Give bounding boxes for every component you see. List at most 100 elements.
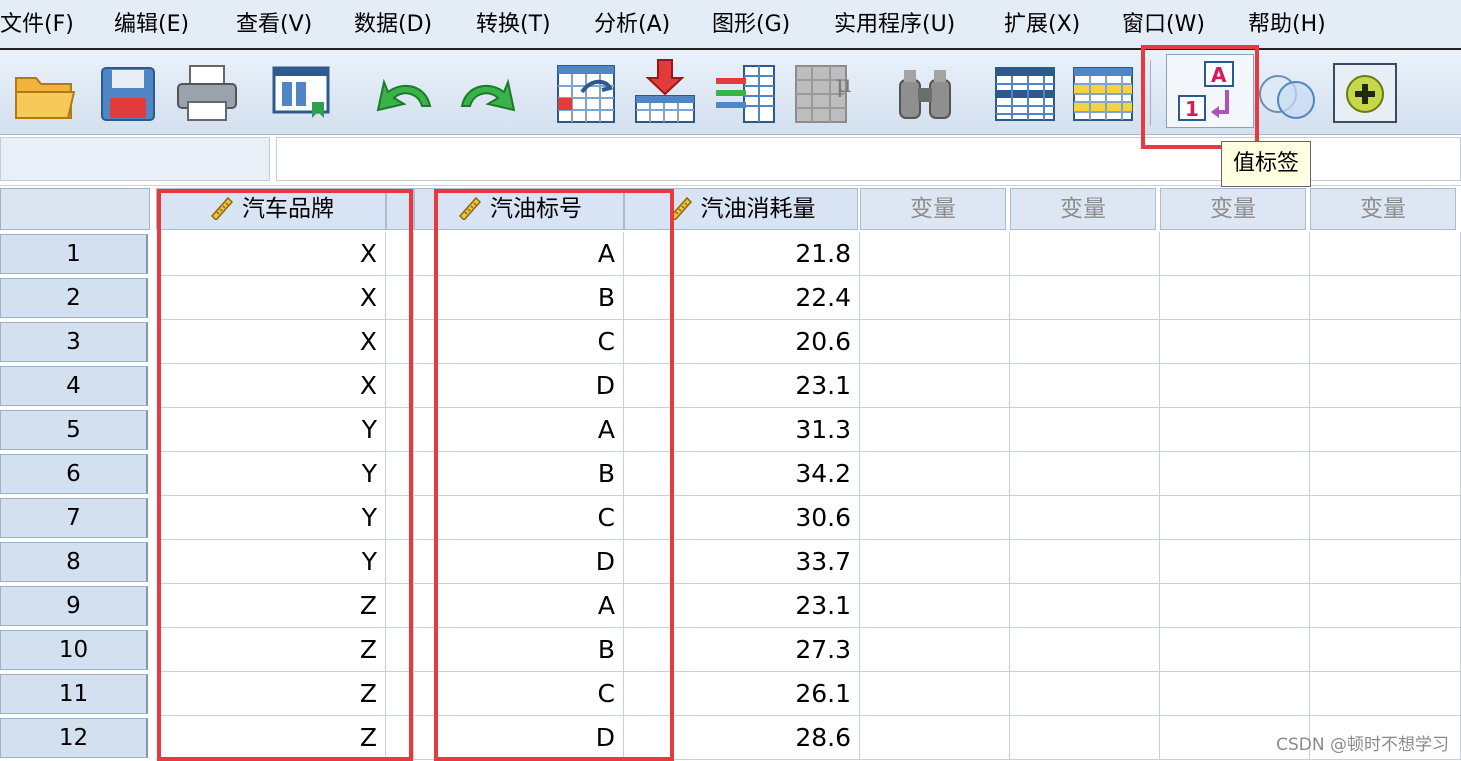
cell-empty[interactable] xyxy=(860,320,1010,364)
cell-empty[interactable] xyxy=(1160,276,1310,320)
menu-edit[interactable]: 编辑(E) xyxy=(114,8,189,42)
column-header-grade[interactable]: 汽油标号 xyxy=(414,188,624,230)
cell-grade[interactable]: D xyxy=(414,364,624,408)
cell-empty[interactable] xyxy=(860,408,1010,452)
row-header[interactable]: 8 xyxy=(0,542,148,582)
cell-empty[interactable] xyxy=(1310,276,1461,320)
cell-empty[interactable] xyxy=(860,628,1010,672)
cell-empty[interactable] xyxy=(1160,364,1310,408)
cell-empty[interactable] xyxy=(1310,232,1461,276)
cell-empty[interactable] xyxy=(1160,452,1310,496)
cell-brand[interactable]: Z xyxy=(156,584,386,628)
column-header-brand[interactable]: 汽车品牌 xyxy=(156,188,386,230)
menu-extensions[interactable]: 扩展(X) xyxy=(1004,8,1080,42)
cell-empty[interactable] xyxy=(1160,540,1310,584)
cell-empty[interactable] xyxy=(1160,496,1310,540)
cell-empty[interactable] xyxy=(1310,628,1461,672)
cell-grade[interactable]: C xyxy=(414,672,624,716)
cell-brand[interactable]: Y xyxy=(156,452,386,496)
cell-empty[interactable] xyxy=(1310,364,1461,408)
cell-consumption[interactable]: 23.1 xyxy=(624,364,860,408)
menu-utilities[interactable]: 实用程序(U) xyxy=(834,8,955,42)
undo-icon[interactable] xyxy=(370,58,440,128)
menu-data[interactable]: 数据(D) xyxy=(354,8,432,42)
cell-brand[interactable]: Y xyxy=(156,408,386,452)
value-labels-icon[interactable]: A1 xyxy=(1175,58,1245,128)
split-file-icon[interactable] xyxy=(990,58,1060,128)
cell-grade[interactable]: C xyxy=(414,496,624,540)
cell-empty[interactable] xyxy=(1160,584,1310,628)
cell-grade[interactable]: C xyxy=(414,320,624,364)
cell-empty[interactable] xyxy=(386,540,414,584)
row-header[interactable]: 4 xyxy=(0,366,148,406)
open-folder-icon[interactable] xyxy=(10,58,80,128)
cell-empty[interactable] xyxy=(1010,584,1160,628)
cell-empty[interactable] xyxy=(860,452,1010,496)
cell-brand[interactable]: Z xyxy=(156,628,386,672)
cell-empty[interactable] xyxy=(860,364,1010,408)
cell-grade[interactable]: A xyxy=(414,408,624,452)
variables-icon[interactable] xyxy=(710,58,780,128)
cell-empty[interactable] xyxy=(1310,408,1461,452)
cell-empty[interactable] xyxy=(1010,496,1160,540)
cell-consumption[interactable]: 21.8 xyxy=(624,232,860,276)
cell-empty[interactable] xyxy=(386,232,414,276)
menu-graphs[interactable]: 图形(G) xyxy=(712,8,790,42)
cell-empty[interactable] xyxy=(1160,672,1310,716)
cell-empty[interactable] xyxy=(1310,584,1461,628)
cell-reference-box[interactable] xyxy=(0,137,270,181)
cell-empty[interactable] xyxy=(1010,628,1160,672)
cell-empty[interactable] xyxy=(386,584,414,628)
row-header[interactable]: 6 xyxy=(0,454,148,494)
menu-analyze[interactable]: 分析(A) xyxy=(594,8,670,42)
cell-empty[interactable] xyxy=(1160,628,1310,672)
cell-empty[interactable] xyxy=(860,540,1010,584)
cell-brand[interactable]: X xyxy=(156,276,386,320)
cell-empty[interactable] xyxy=(1010,408,1160,452)
row-header[interactable]: 3 xyxy=(0,322,148,362)
cell-grade[interactable]: B xyxy=(414,628,624,672)
go-to-case-icon[interactable] xyxy=(552,58,622,128)
print-icon[interactable] xyxy=(172,58,242,128)
menu-file[interactable]: 文件(F) xyxy=(0,8,74,42)
cell-consumption[interactable]: 27.3 xyxy=(624,628,860,672)
cell-brand[interactable]: Z xyxy=(156,672,386,716)
cell-empty[interactable] xyxy=(386,364,414,408)
cell-empty[interactable] xyxy=(1310,320,1461,364)
cell-empty[interactable] xyxy=(1010,540,1160,584)
cell-consumption[interactable]: 22.4 xyxy=(624,276,860,320)
cell-empty[interactable] xyxy=(1010,232,1160,276)
cell-empty[interactable] xyxy=(1010,672,1160,716)
cell-brand[interactable]: Z xyxy=(156,716,386,760)
run-descriptives-icon[interactable]: μ xyxy=(790,58,860,128)
menu-transform[interactable]: 转换(T) xyxy=(476,8,551,42)
cell-empty[interactable] xyxy=(386,320,414,364)
cell-empty[interactable] xyxy=(1160,232,1310,276)
go-to-variable-icon[interactable] xyxy=(630,58,700,128)
column-header-consumption[interactable]: 汽油消耗量 xyxy=(624,188,858,230)
cell-grade[interactable]: D xyxy=(414,540,624,584)
cell-grade[interactable]: A xyxy=(414,232,624,276)
cell-brand[interactable]: X xyxy=(156,232,386,276)
row-header[interactable]: 11 xyxy=(0,674,148,714)
cell-empty[interactable] xyxy=(860,716,1010,760)
cell-brand[interactable]: X xyxy=(156,364,386,408)
cell-consumption[interactable]: 30.6 xyxy=(624,496,860,540)
cell-consumption[interactable]: 20.6 xyxy=(624,320,860,364)
cell-empty[interactable] xyxy=(1010,276,1160,320)
cell-brand[interactable]: Y xyxy=(156,540,386,584)
cell-brand[interactable]: Y xyxy=(156,496,386,540)
cell-consumption[interactable]: 31.3 xyxy=(624,408,860,452)
row-header[interactable]: 1 xyxy=(0,234,148,274)
use-sets-icon[interactable] xyxy=(1252,58,1322,128)
cell-empty[interactable] xyxy=(1310,452,1461,496)
select-cases-icon[interactable] xyxy=(1068,58,1138,128)
cell-empty[interactable] xyxy=(386,452,414,496)
cell-empty[interactable] xyxy=(1010,364,1160,408)
cell-empty[interactable] xyxy=(386,276,414,320)
cell-consumption[interactable]: 26.1 xyxy=(624,672,860,716)
cell-consumption[interactable]: 34.2 xyxy=(624,452,860,496)
cell-empty[interactable] xyxy=(386,628,414,672)
menu-window[interactable]: 窗口(W) xyxy=(1122,8,1205,42)
cell-empty[interactable] xyxy=(860,496,1010,540)
